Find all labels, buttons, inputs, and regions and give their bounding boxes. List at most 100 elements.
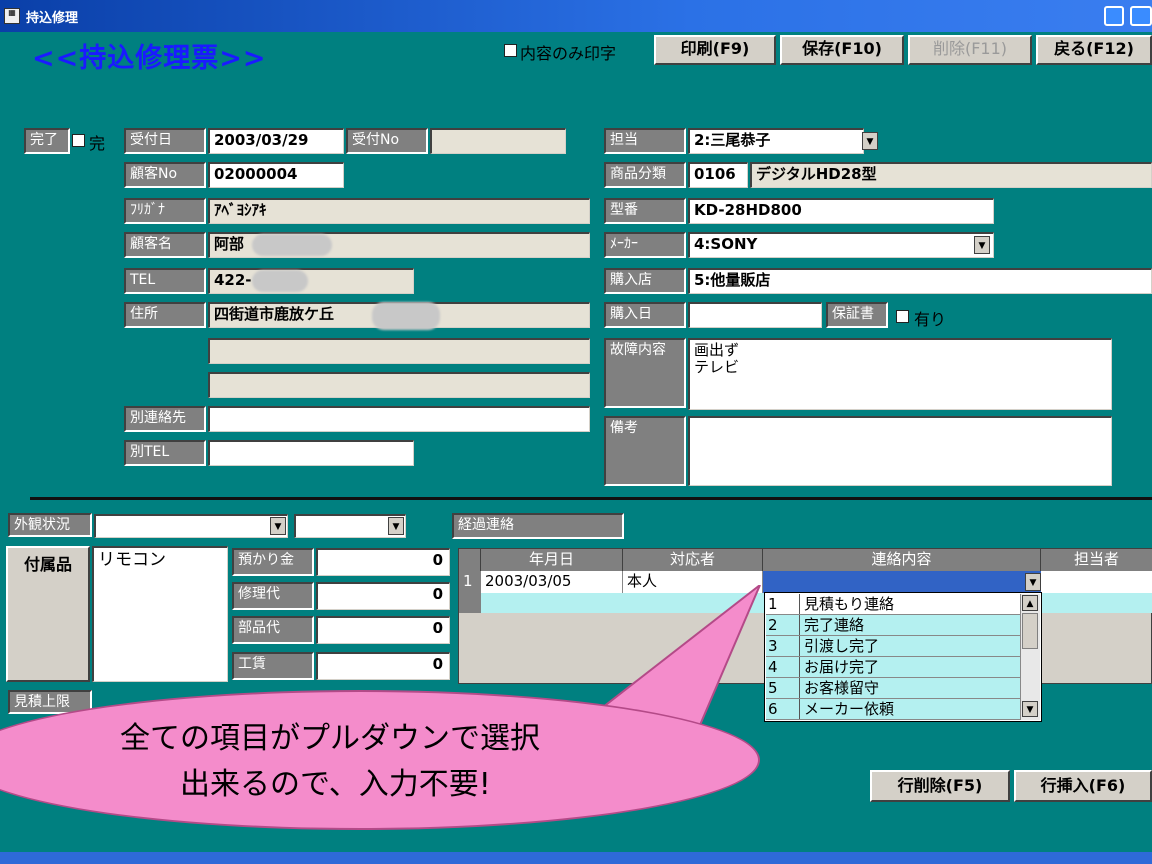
scroll-up-icon[interactable]: ▲ [1022, 595, 1038, 611]
insert-row-button[interactable]: 行挿入(F6) [1014, 770, 1152, 802]
labor-field[interactable]: 0 [316, 652, 450, 680]
dropdown-option-label: 完了連絡 [804, 616, 865, 634]
title-bar [0, 0, 1152, 32]
taskbar [0, 852, 1152, 864]
category-label: 商品分類 [604, 162, 686, 188]
staff-dropdown-arrow-icon[interactable]: ▼ [862, 132, 878, 150]
warranty-checkbox-label: 有り [914, 310, 947, 329]
appearance-dropdown-arrow-icon[interactable]: ▼ [270, 517, 286, 535]
labor-label: 工賃 [232, 652, 314, 680]
received-date-field[interactable]: 2003/03/29 [208, 128, 344, 154]
alt-contact-label: 別連絡先 [124, 406, 206, 432]
category-code-field[interactable]: 0106 [688, 162, 748, 188]
address-label: 住所 [124, 302, 206, 328]
address-line2-field[interactable] [208, 338, 590, 364]
customer-no-field[interactable]: 02000004 [208, 162, 344, 188]
save-button[interactable]: 保存(F10) [780, 35, 904, 65]
redacted-address [372, 302, 440, 330]
scroll-thumb[interactable] [1022, 613, 1038, 649]
furigana-field[interactable]: ｱﾍﾞﾖｼｱｷ [208, 198, 590, 224]
dropdown-option-label: お客様留守 [804, 679, 880, 697]
dropdown-option-label: 引渡し完了 [804, 637, 880, 655]
warranty-checkbox[interactable] [896, 310, 909, 323]
staff-label: 担当 [604, 128, 686, 154]
category-name-field[interactable]: デジタルHD28型 [750, 162, 1152, 188]
row-content-dropdown-arrow-icon[interactable]: ▼ [1025, 573, 1041, 591]
complete-checkbox[interactable] [72, 134, 85, 147]
row-number: 1 [459, 571, 481, 593]
received-no-field[interactable] [430, 128, 566, 154]
notes-textarea[interactable] [688, 416, 1112, 486]
appearance-select[interactable] [94, 514, 288, 538]
maximize-button[interactable] [1130, 6, 1152, 26]
back-button[interactable]: 戻る(F12) [1036, 35, 1152, 65]
deposit-label: 預かり金 [232, 548, 314, 576]
scroll-down-icon[interactable]: ▼ [1022, 701, 1038, 717]
maker-select[interactable]: 4:SONY [688, 232, 994, 258]
repair-fee-label: 修理代 [232, 582, 314, 610]
purchase-date-field[interactable] [688, 302, 822, 328]
tel-field[interactable]: 422- [208, 268, 414, 294]
model-field[interactable]: KD-28HD800 [688, 198, 994, 224]
grid-header-staff[interactable]: 担当者 [1041, 549, 1152, 571]
complete-label: 完了 [24, 128, 70, 154]
dropdown-option-label: 見積もり連絡 [804, 595, 895, 613]
warranty-label: 保証書 [826, 302, 888, 328]
dropdown-option[interactable]: 3 引渡し完了 [766, 636, 1020, 657]
grid-header-date[interactable]: 年月日 [481, 549, 623, 571]
repair-fee-field[interactable]: 0 [316, 582, 450, 610]
dropdown-option-label: メーカー依頼 [804, 700, 895, 718]
dropdown-option[interactable]: 6 メーカー依頼 [766, 699, 1020, 720]
tel-label: TEL [124, 268, 206, 294]
customer-no-label: 顧客No [124, 162, 206, 188]
dropdown-option[interactable]: 2 完了連絡 [766, 615, 1020, 636]
fault-label: 故障内容 [604, 338, 686, 408]
window-title: 持込修理 [26, 11, 79, 26]
accessories-field[interactable]: リモコン [92, 546, 228, 682]
appearance-label: 外観状況 [8, 513, 92, 537]
fault-textarea[interactable]: 画出ず テレビ [688, 338, 1112, 410]
parts-fee-label: 部品代 [232, 616, 314, 644]
alt-tel-field[interactable] [208, 440, 414, 466]
maker-dropdown-arrow-icon[interactable]: ▼ [974, 236, 990, 254]
dropdown-option[interactable]: 4 お届け完了 [766, 657, 1020, 678]
row-number-empty [459, 593, 481, 613]
furigana-label: ﾌﾘｶﾞﾅ [124, 198, 206, 224]
row-staff[interactable] [1041, 571, 1152, 593]
delete-button[interactable]: 削除(F11) [908, 35, 1032, 65]
dropdown-scrollbar[interactable]: ▲ ▼ [1020, 594, 1040, 720]
form-title: <<持込修理票>> [32, 43, 267, 74]
redacted-tel [252, 270, 308, 292]
accessories-button[interactable]: 付属品 [6, 546, 90, 682]
received-date-label: 受付日 [124, 128, 206, 154]
staff-select[interactable]: 2:三尾恭子 [688, 128, 864, 154]
redacted-name [252, 234, 332, 256]
parts-fee-field[interactable]: 0 [316, 616, 450, 644]
progress-label: 経過連絡 [452, 513, 624, 539]
appearance-sub-dropdown-arrow-icon[interactable]: ▼ [388, 517, 404, 535]
store-select[interactable]: 5:他量販店 [688, 268, 1152, 294]
address-line3-field[interactable] [208, 372, 590, 398]
row-content-select[interactable] [763, 571, 1041, 593]
deposit-field[interactable]: 0 [316, 548, 450, 576]
customer-name-label: 顧客名 [124, 232, 206, 258]
print-button[interactable]: 印刷(F9) [654, 35, 776, 65]
app-icon: ▦ [4, 8, 20, 24]
grid-header-person[interactable]: 対応者 [623, 549, 763, 571]
dropdown-option[interactable]: 1 見積もり連絡 [766, 594, 1020, 615]
alt-contact-field[interactable] [208, 406, 590, 432]
grid-header-content[interactable]: 連絡内容 [763, 549, 1041, 571]
callout-text-line-1: 全ての項目がプルダウンで選択 [120, 721, 540, 756]
complete-checkbox-label: 完 [89, 134, 106, 153]
dropdown-option-label: お届け完了 [804, 658, 880, 676]
fault-line-1: 画出ず [694, 341, 740, 359]
maker-label: ﾒｰｶｰ [604, 232, 686, 258]
minimize-button[interactable] [1104, 6, 1124, 26]
dropdown-option[interactable]: 5 お客様留守 [766, 678, 1020, 699]
grid-corner [459, 549, 481, 571]
purchase-date-label: 購入日 [604, 302, 686, 328]
callout-text-line-2: 出来るので、入力不要! [180, 767, 491, 802]
alt-tel-label: 別TEL [124, 440, 206, 466]
delete-row-button[interactable]: 行削除(F5) [870, 770, 1010, 802]
print-content-only-checkbox[interactable] [504, 44, 517, 57]
